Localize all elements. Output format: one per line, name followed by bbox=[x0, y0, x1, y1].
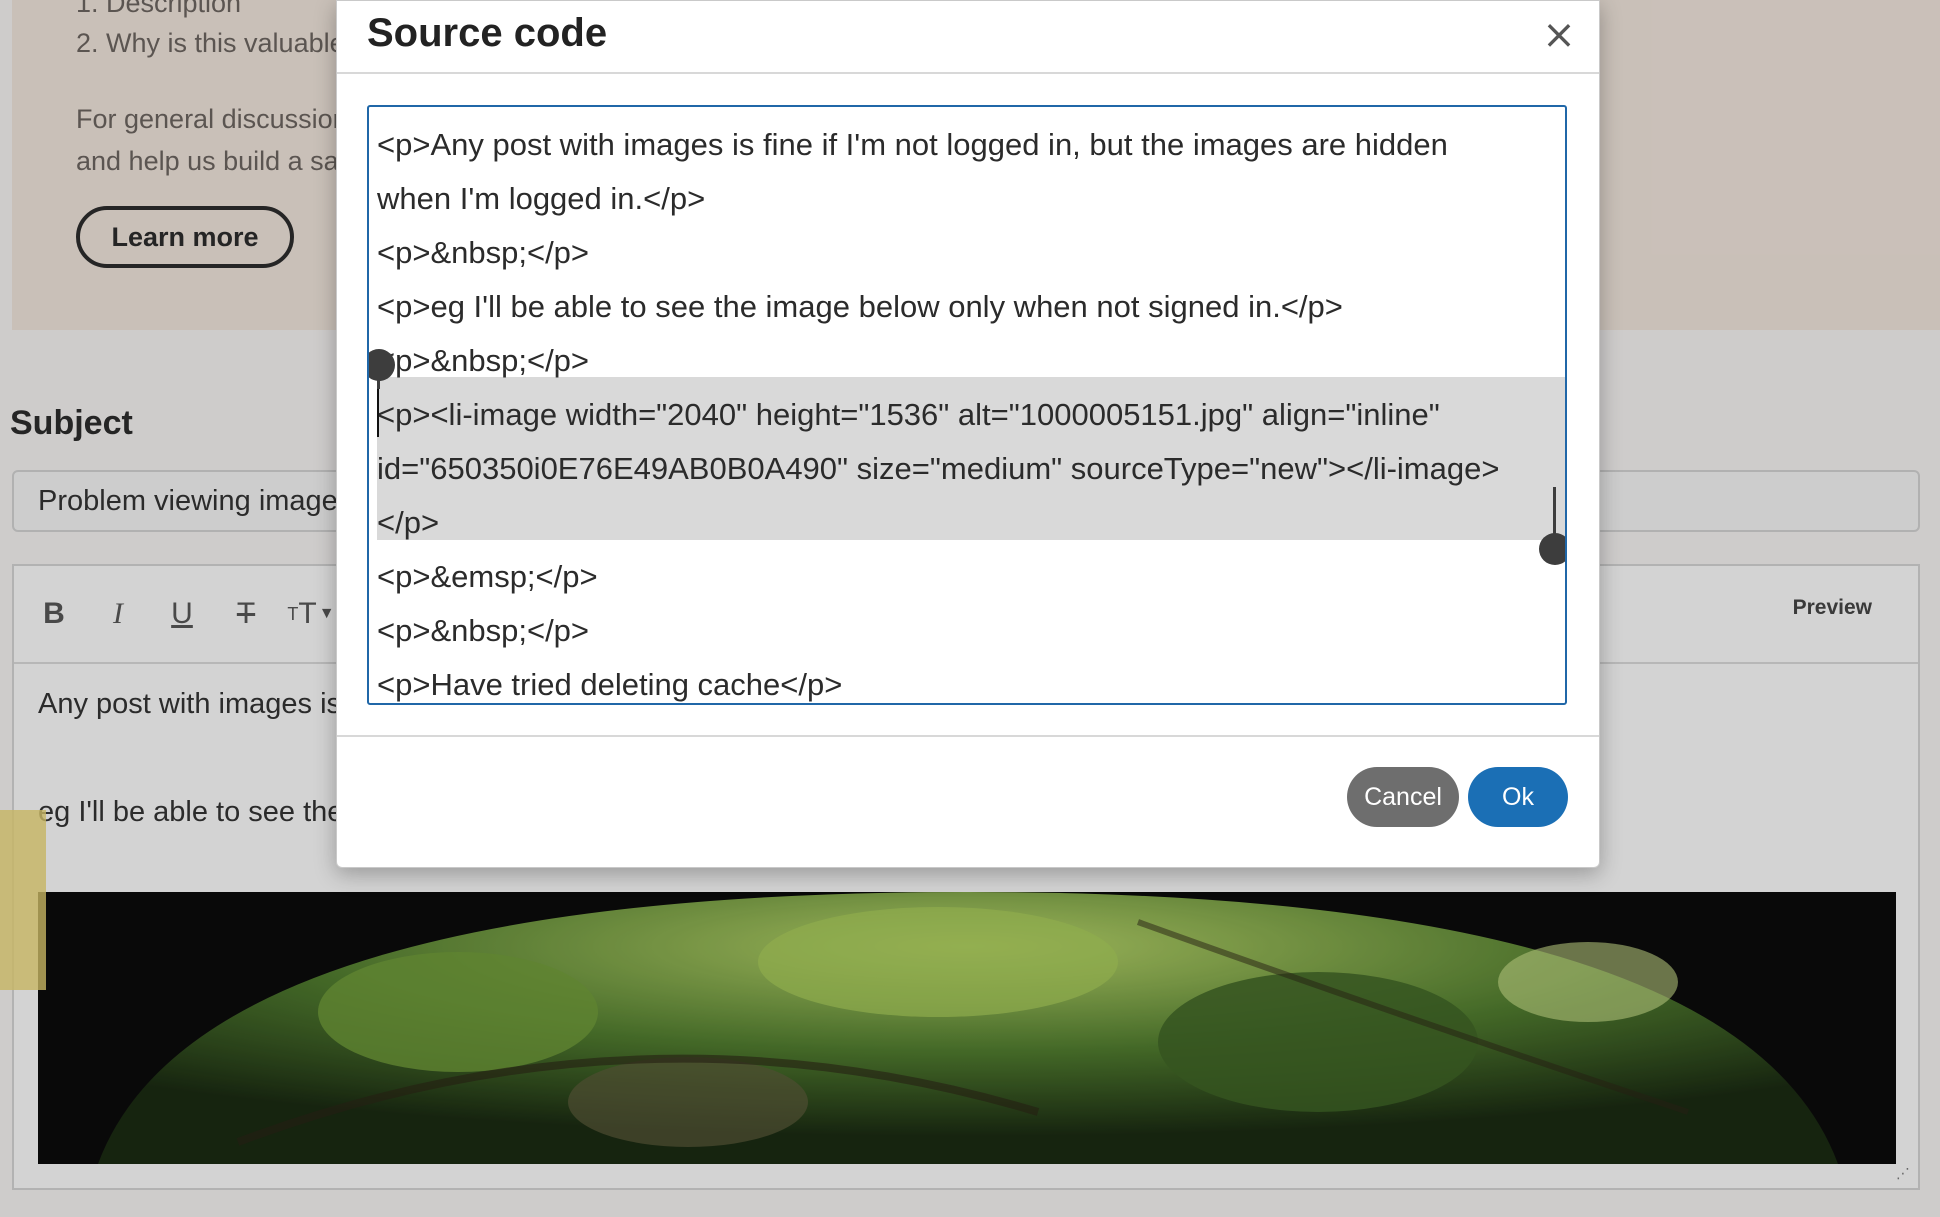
page: 1. Description 2. Why is this valuable t… bbox=[0, 0, 1940, 1217]
code-line: <p>&emsp;</p> bbox=[377, 559, 598, 594]
source-code-dialog: Source code × <p>Any post with images is… bbox=[336, 0, 1600, 868]
code-line: <p>Any post with images is fine if I'm n… bbox=[377, 127, 1448, 162]
text-caret bbox=[377, 387, 379, 437]
code-line: </p> bbox=[377, 505, 440, 540]
code-line: when I'm logged in.</p> bbox=[377, 181, 706, 216]
dialog-divider bbox=[337, 72, 1599, 74]
code-line: <p>Have tried deleting cache</p> bbox=[377, 667, 843, 702]
cancel-button[interactable]: Cancel bbox=[1347, 767, 1459, 827]
ok-button[interactable]: Ok bbox=[1468, 767, 1568, 827]
close-icon[interactable]: × bbox=[1539, 15, 1579, 55]
code-line: <p>eg I'll be able to see the image belo… bbox=[377, 289, 1343, 324]
selection-end-handle[interactable] bbox=[1539, 533, 1565, 565]
source-code-textarea[interactable]: <p>Any post with images is fine if I'm n… bbox=[367, 105, 1567, 705]
selection-start-handle-stem bbox=[377, 369, 380, 389]
code-line: <p>&nbsp;</p> bbox=[377, 235, 590, 270]
dialog-footer-divider bbox=[337, 735, 1599, 737]
selection-end-handle-stem bbox=[1553, 487, 1556, 537]
dialog-title: Source code bbox=[367, 11, 608, 55]
code-line: <p>&nbsp;</p> bbox=[377, 343, 590, 378]
code-line: <p><li-image width="2040" height="1536" … bbox=[377, 397, 1440, 432]
code-line: <p>&nbsp;</p> bbox=[377, 613, 590, 648]
code-line: id="650350i0E76E49AB0B0A490" size="mediu… bbox=[377, 451, 1500, 486]
